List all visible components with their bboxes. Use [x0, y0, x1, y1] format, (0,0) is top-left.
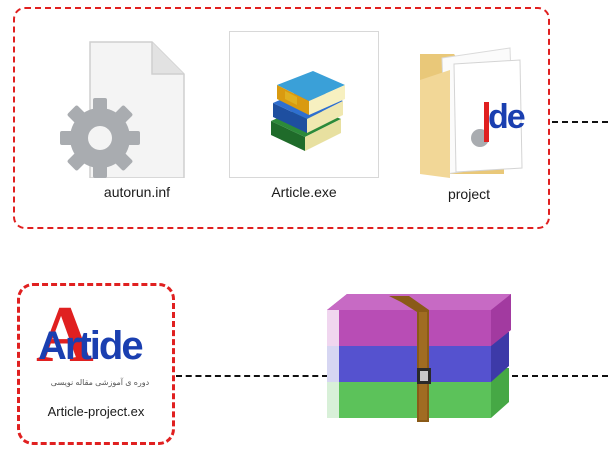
- article-logo-icon: A Artide دوره ی آموزشی مقاله نویسی: [32, 291, 162, 387]
- project-folder[interactable]: de project: [410, 40, 535, 210]
- logo-word: Artide: [38, 324, 144, 368]
- top-connector-line: [552, 121, 608, 123]
- right-connector-line: [512, 375, 608, 377]
- left-connector-line: [176, 375, 328, 377]
- autorun-file[interactable]: autorun.inf: [60, 38, 200, 208]
- sfx-file[interactable]: A Artide دوره ی آموزشی مقاله نویسی Artic…: [20, 286, 172, 442]
- folder-logo-accent: [484, 102, 489, 142]
- settings-file-icon: [60, 41, 185, 178]
- article-exe-file[interactable]: Article.exe: [229, 31, 379, 211]
- winrar-archive[interactable]: [327, 290, 512, 440]
- project-label: project: [447, 186, 491, 202]
- article-exe-label: Article.exe: [271, 184, 337, 200]
- books-exe-icon: [271, 71, 345, 151]
- logo-subtext: دوره ی آموزشی مقاله نویسی: [50, 378, 150, 387]
- folder-logo-text: de: [488, 98, 526, 136]
- winrar-archive-icon: [327, 294, 511, 422]
- sfx-file-label: Article-project.ex: [47, 404, 145, 419]
- autorun-label: autorun.inf: [103, 184, 171, 200]
